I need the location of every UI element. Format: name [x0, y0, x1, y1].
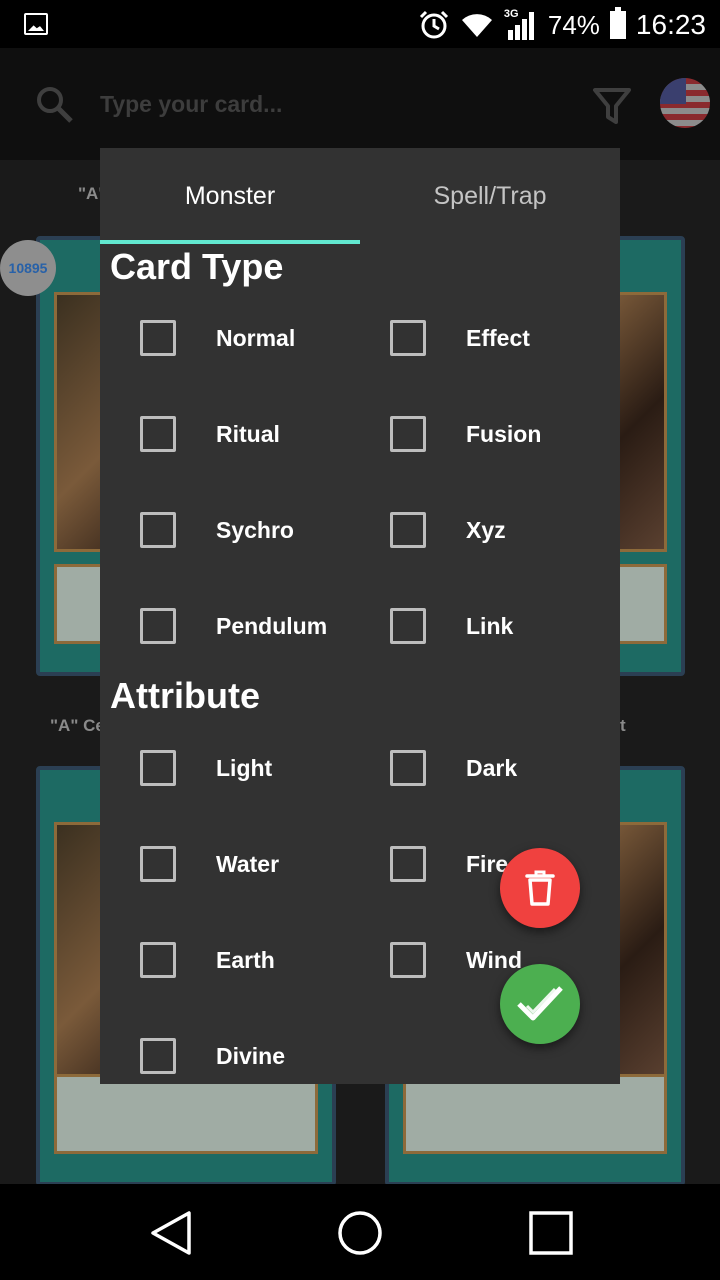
image-icon — [24, 13, 48, 35]
check-icon — [517, 986, 563, 1021]
option-water[interactable]: Water — [100, 840, 279, 888]
checkbox[interactable] — [390, 846, 426, 882]
search-icon[interactable] — [34, 84, 74, 124]
option-link[interactable]: Link — [350, 602, 513, 650]
wifi-icon — [461, 14, 492, 37]
alarm-icon — [419, 10, 448, 39]
home-button[interactable] — [335, 1208, 385, 1258]
home-icon — [338, 1211, 382, 1255]
option-normal[interactable]: Normal — [100, 314, 295, 362]
option-fire[interactable]: Fire — [350, 840, 508, 888]
card-title: t — [620, 716, 626, 735]
card-title: "A" Ce — [50, 716, 105, 735]
checkbox[interactable] — [390, 750, 426, 786]
status-bar: 3G 74% 16:23 — [0, 0, 720, 48]
attribute-title: Attribute — [110, 675, 260, 716]
back-button[interactable] — [146, 1208, 196, 1258]
option-dark[interactable]: Dark — [350, 744, 517, 792]
checkbox[interactable] — [390, 608, 426, 644]
checkbox[interactable] — [390, 942, 426, 978]
option-xyz[interactable]: Xyz — [350, 506, 506, 554]
battery-icon — [609, 7, 626, 39]
search-input[interactable] — [100, 78, 540, 130]
option-earth[interactable]: Earth — [100, 936, 275, 984]
signal-icon: 3G — [504, 8, 538, 40]
back-icon — [151, 1211, 191, 1255]
clock: 16:23 — [635, 9, 706, 40]
option-fusion[interactable]: Fusion — [350, 410, 541, 458]
us-flag-icon[interactable] — [660, 78, 710, 128]
checkbox[interactable] — [140, 320, 176, 356]
checkbox[interactable] — [140, 942, 176, 978]
option-pendulum[interactable]: Pendulum — [100, 602, 327, 650]
tab-spell-trap[interactable]: Spell/Trap — [360, 148, 620, 244]
filter-dialog: Monster Spell/Trap Card Type Normal Effe… — [100, 148, 620, 1084]
checkbox[interactable] — [140, 416, 176, 452]
trash-icon — [525, 870, 555, 906]
checkbox[interactable] — [140, 1038, 176, 1074]
option-ritual[interactable]: Ritual — [100, 410, 280, 458]
tab-monster[interactable]: Monster — [100, 148, 360, 244]
tab-bar: Monster Spell/Trap — [100, 148, 620, 244]
checkbox[interactable] — [140, 512, 176, 548]
option-divine[interactable]: Divine — [100, 1032, 285, 1080]
option-light[interactable]: Light — [100, 744, 272, 792]
checkbox[interactable] — [140, 750, 176, 786]
delete-button[interactable] — [500, 848, 580, 928]
navigation-bar — [0, 1184, 720, 1280]
checkbox[interactable] — [140, 846, 176, 882]
tab-indicator — [100, 240, 360, 244]
option-effect[interactable]: Effect — [350, 314, 530, 362]
card-count-badge: 10895 — [0, 240, 56, 296]
recents-icon — [529, 1211, 573, 1255]
app-bar — [0, 48, 720, 160]
checkbox[interactable] — [390, 416, 426, 452]
card-type-title: Card Type — [110, 246, 284, 287]
option-sychro[interactable]: Sychro — [100, 506, 294, 554]
option-wind[interactable]: Wind — [350, 936, 522, 984]
checkbox[interactable] — [390, 320, 426, 356]
battery-percent: 74% — [547, 9, 600, 40]
recents-button[interactable] — [526, 1208, 576, 1258]
confirm-button[interactable] — [500, 964, 580, 1044]
filter-icon[interactable] — [592, 86, 632, 126]
checkbox[interactable] — [390, 512, 426, 548]
checkbox[interactable] — [140, 608, 176, 644]
